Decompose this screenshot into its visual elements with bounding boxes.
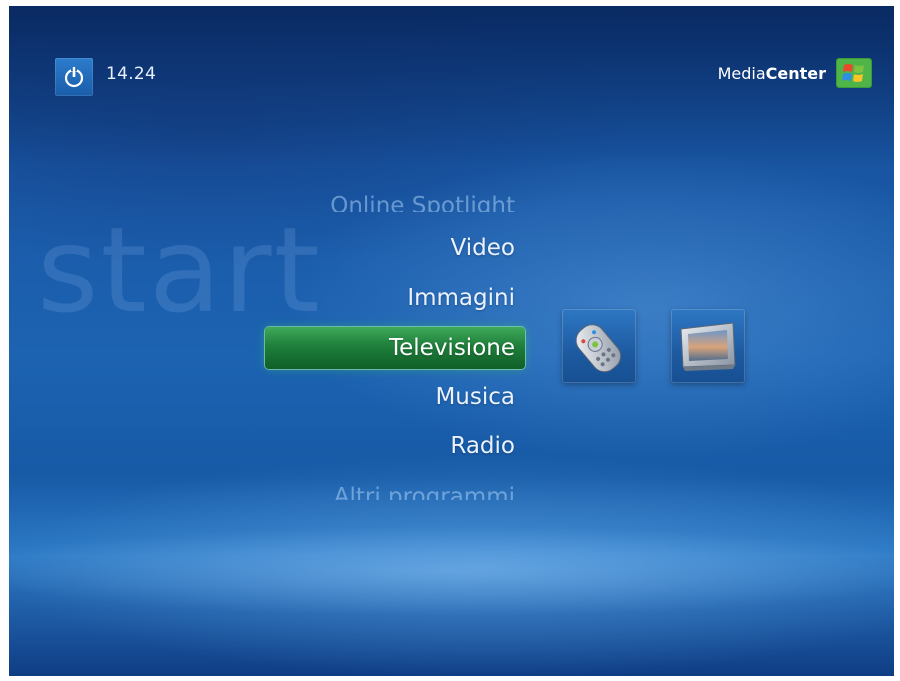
media-center-screen: start 14.24 MediaCenter Online Spotlight… bbox=[9, 6, 894, 676]
tv-monitor-tile[interactable] bbox=[671, 309, 745, 383]
menu-item-radio[interactable]: Radio bbox=[450, 426, 515, 466]
menu-item-televisione[interactable]: Televisione bbox=[389, 328, 515, 368]
menu-item-video[interactable]: Video bbox=[451, 228, 515, 268]
menu-item-musica[interactable]: Musica bbox=[435, 377, 515, 417]
remote-control-icon bbox=[575, 324, 622, 373]
tv-monitor-icon bbox=[680, 322, 736, 371]
menu-item-online-spotlight[interactable]: Online Spotlight bbox=[330, 186, 515, 212]
menu-item-altri-programmi[interactable]: Altri programmi bbox=[334, 478, 515, 500]
main-menu: Online Spotlight Video Immagini Televisi… bbox=[9, 6, 894, 676]
menu-item-immagini[interactable]: Immagini bbox=[407, 278, 515, 318]
remote-control-tile[interactable] bbox=[562, 309, 636, 383]
